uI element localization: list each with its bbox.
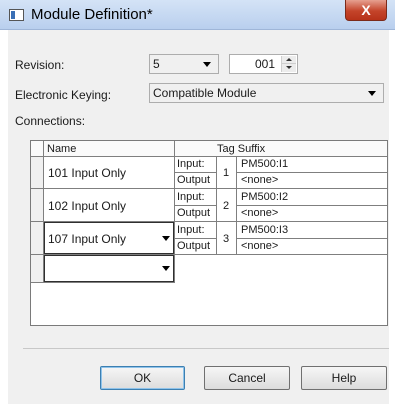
electronic-keying-label: Electronic Keying: xyxy=(15,88,112,102)
output-tag: <none> xyxy=(241,240,279,252)
input-label: Input: xyxy=(177,224,205,236)
chevron-down-icon[interactable] xyxy=(162,236,170,241)
dialog-body: Revision: 5 001 Electronic Keying: Compa… xyxy=(8,30,389,404)
electronic-keying-value: Compatible Module xyxy=(153,86,257,100)
revision-minor-value: 001 xyxy=(254,57,275,71)
revision-major-select[interactable]: 5 xyxy=(149,54,219,74)
close-button[interactable]: X xyxy=(345,0,387,21)
output-label: Output xyxy=(177,174,211,186)
ok-button[interactable]: OK xyxy=(100,366,185,390)
input-label: Input: xyxy=(177,191,205,203)
cancel-button[interactable]: Cancel xyxy=(204,366,290,390)
electronic-keying-select[interactable]: Compatible Module xyxy=(149,83,384,103)
input-tag: PM500:I1 xyxy=(241,158,289,170)
output-tag: <none> xyxy=(241,174,279,186)
output-tag: <none> xyxy=(241,207,279,219)
connection-number: 1 xyxy=(223,167,230,179)
output-label: Output xyxy=(177,240,211,252)
connection-name[interactable]: 101 Input Only xyxy=(48,167,126,179)
input-tag: PM500:I2 xyxy=(241,191,289,203)
connections-label: Connections: xyxy=(15,114,86,128)
revision-label: Revision: xyxy=(15,58,65,72)
connection-name[interactable]: 107 Input Only xyxy=(48,233,126,245)
output-label: Output xyxy=(177,207,211,219)
column-header-name[interactable]: Name xyxy=(47,143,76,155)
column-header-tag-suffix[interactable]: Tag Suffix xyxy=(217,143,265,155)
connection-number: 2 xyxy=(223,200,230,212)
connection-name[interactable]: 102 Input Only xyxy=(48,200,126,212)
spin-down-icon[interactable] xyxy=(282,64,296,72)
title-bar[interactable]: Module Definition* X xyxy=(0,0,395,30)
spin-up-icon[interactable] xyxy=(282,56,296,64)
chevron-down-icon xyxy=(368,91,376,96)
spinner-buttons xyxy=(281,56,296,72)
connection-number: 3 xyxy=(223,233,230,245)
revision-major-value: 5 xyxy=(153,57,160,71)
input-tag: PM500:I3 xyxy=(241,224,289,236)
separator xyxy=(23,348,389,349)
window-app-icon xyxy=(9,9,24,21)
chevron-down-icon[interactable] xyxy=(162,266,170,271)
revision-minor-spinner[interactable]: 001 xyxy=(229,54,298,74)
connections-grid: Name Tag Suffix 101 Input Only Input: Ou… xyxy=(30,140,388,326)
help-button[interactable]: Help xyxy=(301,366,387,390)
chevron-down-icon xyxy=(203,62,211,67)
window-title: Module Definition* xyxy=(31,6,153,23)
input-label: Input: xyxy=(177,158,205,170)
